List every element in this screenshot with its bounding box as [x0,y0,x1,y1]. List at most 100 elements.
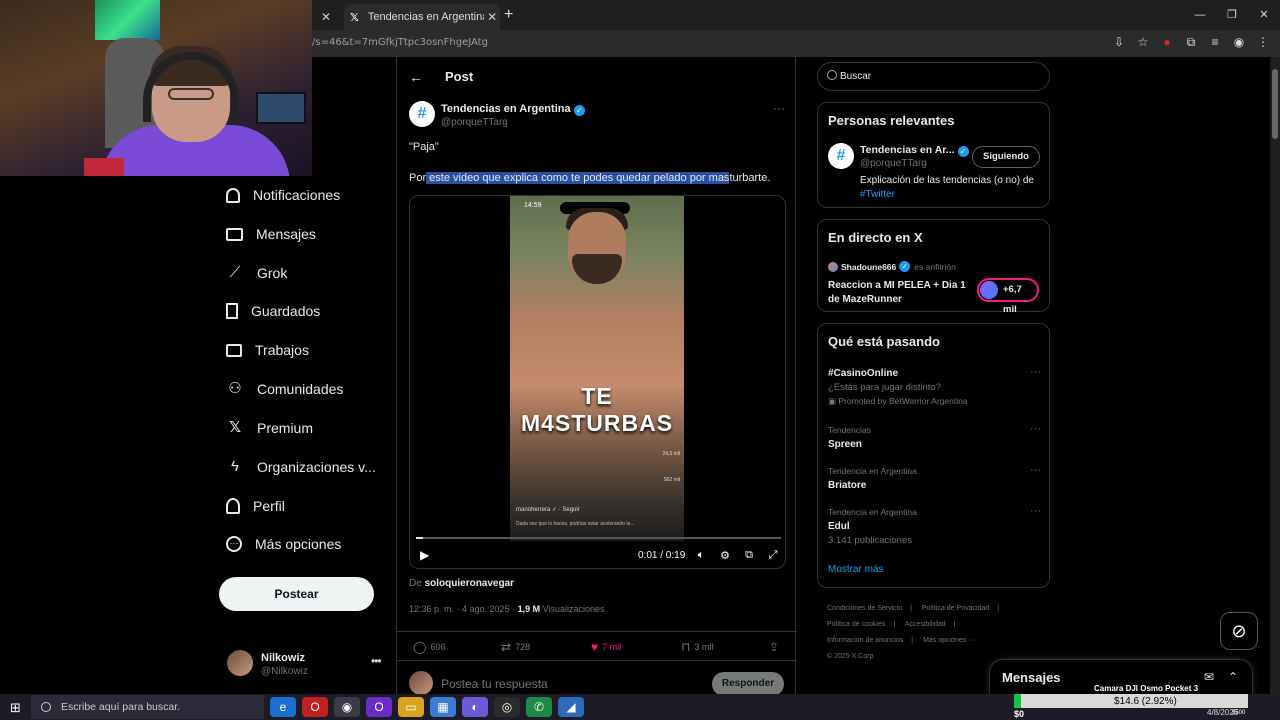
store-icon[interactable]: ▦ [430,697,456,717]
footer-link[interactable]: Accesibilidad [905,621,946,628]
menu-icon[interactable]: ⋮ [1256,34,1270,50]
card-title: Personas relevantes [828,113,955,128]
previous-tab-close[interactable]: ✕ [318,4,334,30]
poster [95,0,160,40]
more-icon[interactable]: ••• [371,654,382,668]
opera-gx-icon[interactable]: O [366,697,392,717]
install-app-icon[interactable]: ⇩ [1112,34,1126,50]
obs-icon[interactable]: ◎ [494,697,520,717]
close-icon[interactable]: ✕ [1248,0,1280,30]
reply-action[interactable]: ◯ 606 [413,640,445,654]
nav-item-notificaciones[interactable]: Notificaciones [226,183,340,207]
restore-icon[interactable]: ❐ [1216,0,1248,30]
copyright: © 2025 X Corp. [827,653,876,660]
video-progress-bar[interactable] [416,537,781,539]
back-arrow-icon[interactable]: ← [409,69,423,85]
puzzle-icon[interactable]: ⧉ [1184,34,1198,50]
footer-link[interactable]: Información de anuncios [827,637,903,644]
play-icon[interactable]: ▶ [420,548,429,562]
nav-item-comunidades[interactable]: ⚇ Comunidades [226,377,343,401]
app-icon[interactable]: ◢ [558,697,584,717]
opera-icon[interactable]: O [302,697,328,717]
following-button[interactable]: Siguiendo [972,146,1040,168]
footer-link[interactable]: Política de Privacidad [922,605,989,612]
windows-start-icon[interactable]: ⊞ [10,700,21,716]
people-name[interactable]: Tendencias en Ar... ✓ [860,144,969,157]
footer-link[interactable]: Más opciones ··· [923,637,975,644]
author-avatar[interactable]: # [409,101,435,127]
scrollbar[interactable] [1270,57,1280,694]
url-field[interactable]: /s=46&t=7mGfkjTtpc3osnFhgeJAtg [312,37,488,48]
minimize-icon[interactable]: — [1184,0,1216,30]
heart-icon: ♥ [591,640,599,654]
live-title[interactable]: Reaccion a MI PELEA + Dia 1 de MazeRunne… [828,279,973,307]
extension-icon[interactable]: ● [1160,34,1174,50]
bookmark-action[interactable]: ⊓ 3 mil [681,640,713,654]
edge-icon[interactable]: e [270,697,296,717]
account-switcher[interactable]: Nilkowiz @Nilkowiz ••• [227,650,387,680]
more-icon[interactable]: ··· [1030,505,1041,517]
grok-button[interactable]: ⊘ [1220,612,1258,650]
nav-item-premium[interactable]: 𝕏 Premium [226,416,313,440]
nav-item-guardados[interactable]: Guardados [226,299,320,323]
popout-icon[interactable]: ⧉ [742,549,756,562]
new-message-icon[interactable]: ✉ [1204,670,1214,684]
chrome-icon[interactable]: ◉ [334,697,360,717]
settings-icon[interactable]: ⚙ [718,549,732,562]
more-icon[interactable]: ··· [1030,366,1041,378]
live-host[interactable]: Shadoune666 ✓ es anfitrión [828,261,956,272]
footer-link[interactable]: Política de cookies [827,621,885,628]
close-icon[interactable]: ✕ [318,10,334,24]
nav-item-mensajes[interactable]: Mensajes [226,222,316,246]
search-input[interactable]: Buscar [840,71,871,82]
nav-item-trabajos[interactable]: Trabajos [226,338,309,362]
active-tab[interactable]: 𝕏 Tendencias en Argentina en X: ✕ [344,4,500,30]
discord-icon[interactable]: ◐ [462,697,488,717]
more-circle-icon: ··· [226,536,242,552]
taskbar-search[interactable]: Escribe aquí para buscar. [31,695,264,719]
nav-item-grok[interactable]: ⟋ Grok [226,261,288,285]
media-icon[interactable]: ≡ [1208,34,1222,50]
search-box[interactable]: Buscar [817,62,1050,91]
whatsapp-icon[interactable]: ✆ [526,697,552,717]
nav-item-organizaciones[interactable]: ϟ Organizaciones v... [226,455,376,479]
taskbar-search-input[interactable]: Escribe aquí para buscar. [61,701,180,713]
author-name[interactable]: Tendencias en Argentina ✓ [441,103,585,116]
new-tab-button[interactable]: + [504,6,513,24]
more-icon[interactable]: ··· [1030,423,1041,435]
trend-item[interactable]: #CasinoOnline ¿Estás para jugar distinto… [828,366,1043,407]
more-icon[interactable]: ··· [1030,464,1041,476]
folder-icon[interactable]: ▭ [398,697,424,717]
show-more-link[interactable]: Mostrar más [828,564,884,575]
nav-item-mas-opciones[interactable]: ··· Más opciones [226,532,341,556]
like-action[interactable]: ♥ 7 mil [591,640,621,654]
footer-link[interactable]: Condiciones de Servicio [827,605,902,612]
share-action[interactable]: ⇪ [769,640,783,654]
fullscreen-icon[interactable]: ⤢ [766,549,780,562]
trend-item[interactable]: Tendencia en Argentina Briatore ··· [828,464,1043,491]
live-listeners-badge[interactable]: +6,7 mil [977,278,1039,315]
close-icon[interactable]: ✕ [484,10,500,24]
video-player[interactable]: 14:59 TE M4STURBAS 24,3 mil 562 mil manoh… [409,195,786,569]
trend-item[interactable]: Tendencia en Argentina Edul 3.141 public… [828,505,1043,546]
chevron-up-icon[interactable]: ⌃ [1228,670,1238,684]
volume-icon[interactable]: 🔈︎ [694,549,708,562]
comment-icon: ◯ [413,640,427,654]
trends-card: Qué está pasando #CasinoOnline ¿Estás pa… [817,323,1050,588]
post-button[interactable]: Postear [219,577,374,611]
goal-progress-fill [1014,694,1021,708]
reply-button[interactable]: Responder [712,672,784,696]
avatar[interactable]: # [828,143,854,169]
repost-action[interactable]: ⇄ 728 [501,640,530,654]
profile-icon[interactable]: ◉ [1232,34,1246,50]
scroll-thumb[interactable] [1272,69,1278,139]
star-icon[interactable]: ☆ [1136,34,1150,50]
overlay-label: Camara DJI Osmo Pocket 3 [1094,684,1199,693]
nav-item-perfil[interactable]: Perfil [226,494,285,518]
source-user-link[interactable]: soloquieronavegar [425,578,514,589]
video-source: De soloquieronavegar [409,578,515,589]
trend-item[interactable]: Tendencias Spreen ··· [828,423,1043,450]
person-icon [226,498,240,514]
reply-input[interactable]: Postea tu respuesta [441,677,548,691]
more-icon[interactable]: ··· [773,101,785,115]
